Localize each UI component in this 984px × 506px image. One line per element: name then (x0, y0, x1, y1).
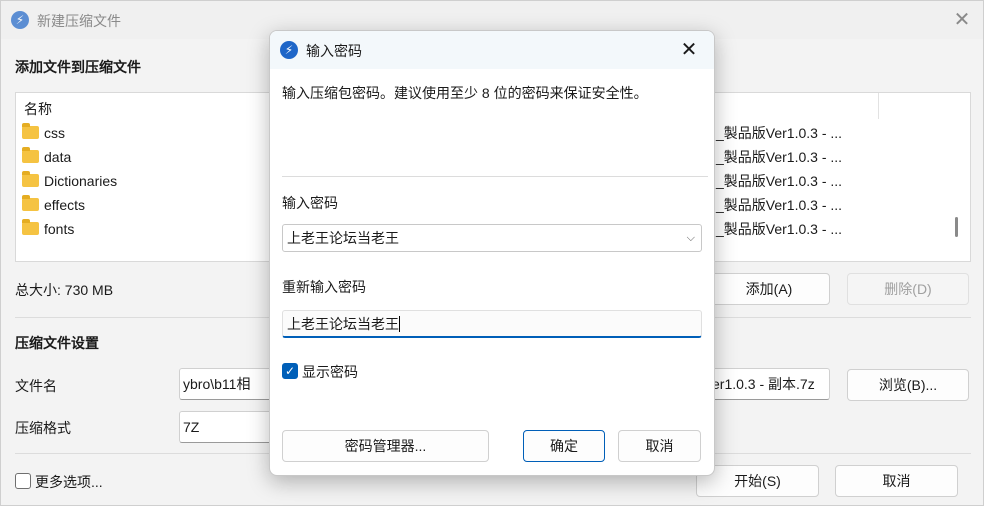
chevron-down-icon[interactable]: ⌵ (687, 225, 695, 251)
add-files-section-title: 添加文件到压缩文件 (15, 59, 141, 75)
list-item-label: fonts (44, 221, 75, 237)
list-item[interactable]: data (22, 145, 71, 169)
list-item-path[interactable]: _製品版Ver1.0.3 - ... (716, 145, 842, 169)
list-item-path[interactable]: _製品版Ver1.0.3 - ... (716, 169, 842, 193)
dialog-title: 输入密码 (306, 43, 362, 59)
divider (282, 176, 708, 177)
folder-icon (22, 147, 39, 163)
list-item-label: Dictionaries (44, 173, 118, 189)
folder-icon (22, 123, 39, 139)
reenter-password-label: 重新输入密码 (282, 279, 366, 295)
list-item-label: effects (44, 197, 85, 213)
folder-icon (22, 195, 39, 211)
filename-field-end[interactable]: er1.0.3 - 副本.7z (708, 368, 830, 400)
format-label: 压缩格式 (15, 420, 71, 436)
add-button[interactable]: 添加(A) (708, 273, 830, 305)
filename-label: 文件名 (15, 378, 57, 394)
delete-button[interactable]: 删除(D) (847, 273, 969, 305)
dialog-titlebar: ⚡ 输入密码 ✕ (270, 31, 714, 69)
browse-button[interactable]: 浏览(B)... (847, 369, 969, 401)
lightning-icon: ⚡ (11, 11, 29, 29)
ok-button[interactable]: 确定 (523, 430, 605, 462)
list-item[interactable]: effects (22, 193, 85, 217)
password-dialog: ⚡ 输入密码 ✕ 输入压缩包密码。建议使用至少 8 位的密码来保证安全性。 输入… (269, 30, 715, 476)
show-password-label[interactable]: 显示密码 (302, 362, 358, 382)
list-item-label: data (44, 149, 72, 165)
password-value: 上老王论坛当老王 (287, 230, 399, 246)
folder-icon (22, 171, 39, 187)
list-item-label: css (44, 125, 65, 141)
dialog-cancel-button[interactable]: 取消 (618, 430, 701, 462)
main-title: 新建压缩文件 (37, 13, 121, 29)
checkmark-icon: ✓ (284, 364, 296, 378)
scrollbar-thumb[interactable] (955, 217, 958, 237)
total-size: 总大小: 730 MB (15, 282, 114, 298)
password-manager-button[interactable]: 密码管理器... (282, 430, 489, 462)
password-hint: 输入压缩包密码。建议使用至少 8 位的密码来保证安全性。 (282, 85, 648, 101)
close-icon[interactable]: ✕ (947, 5, 977, 35)
more-options-label[interactable]: 更多选项... (35, 472, 103, 492)
list-item-path[interactable]: _製品版Ver1.0.3 - ... (716, 121, 842, 145)
text-cursor (399, 316, 400, 332)
column-header-name[interactable]: 名称 (24, 99, 52, 119)
list-item[interactable]: Dictionaries (22, 169, 117, 193)
password-label: 输入密码 (282, 195, 338, 211)
reenter-password-value: 上老王论坛当老王 (287, 316, 399, 332)
reenter-password-input[interactable]: 上老王论坛当老王 (282, 310, 702, 338)
show-password-checkbox[interactable]: ✓ (282, 363, 298, 379)
list-item-path[interactable]: _製品版Ver1.0.3 - ... (716, 193, 842, 217)
column-divider (878, 93, 879, 119)
folder-icon (22, 219, 39, 235)
list-item-path[interactable]: _製品版Ver1.0.3 - ... (716, 217, 842, 241)
password-input[interactable]: 上老王论坛当老王 ⌵ (282, 224, 702, 252)
list-item[interactable]: css (22, 121, 65, 145)
cancel-button[interactable]: 取消 (835, 465, 958, 497)
lightning-icon: ⚡ (280, 41, 298, 59)
close-icon[interactable]: ✕ (674, 35, 704, 65)
list-item[interactable]: fonts (22, 217, 74, 241)
settings-section-title: 压缩文件设置 (15, 335, 99, 351)
more-options-checkbox[interactable] (15, 473, 31, 489)
